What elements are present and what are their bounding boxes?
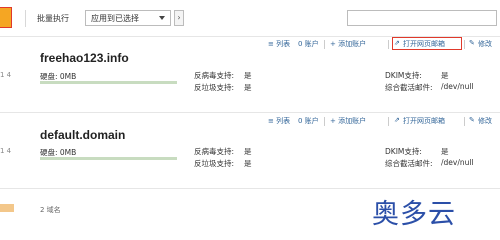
disk-usage-bar: [40, 81, 177, 84]
row-number: 1 4: [0, 147, 12, 155]
domain-name[interactable]: freehao123.info: [40, 51, 129, 65]
list-link[interactable]: ≡ 列表: [268, 39, 290, 49]
antivirus-label: 反病毒支持:: [194, 147, 235, 156]
batch-label: 批量执行: [37, 14, 69, 23]
antivirus-value: 是: [244, 147, 252, 156]
accounts-count: 0 账户: [298, 40, 319, 48]
edit-icon: ✎: [469, 116, 475, 124]
open-webmail-link[interactable]: 打开网页邮箱: [403, 116, 445, 126]
batch-go-button[interactable]: ›: [174, 10, 184, 26]
edit-icon: ✎: [469, 39, 475, 47]
add-account-link[interactable]: + 添加账户: [330, 116, 366, 126]
domain-count: 2 域名: [40, 206, 61, 214]
antispam-value: 是: [244, 83, 252, 92]
external-link-icon: ⇗: [394, 116, 400, 124]
catchall-label: 综合截活邮件:: [385, 159, 433, 168]
primary-action-button[interactable]: [0, 7, 12, 28]
edit-link[interactable]: 修改: [478, 116, 492, 126]
antispam-label: 反垃圾支持:: [194, 83, 235, 92]
accounts-count: 0 账户: [298, 117, 319, 125]
domain-actions: ≡ 列表 0 账户 + 添加账户 ⇗ 打开网页邮箱 ✎ 修改: [268, 116, 500, 128]
antispam-label: 反垃圾支持:: [194, 159, 235, 168]
webmail-highlight: [392, 37, 462, 50]
dkim-value: 是: [441, 147, 449, 156]
dkim-value: 是: [441, 71, 449, 80]
dkim-label: DKIM支持:: [385, 71, 422, 80]
antivirus-value: 是: [244, 71, 252, 80]
add-account-link[interactable]: + 添加账户: [330, 39, 366, 49]
antispam-value: 是: [244, 159, 252, 168]
antivirus-label: 反病毒支持:: [194, 71, 235, 80]
batch-action-select[interactable]: 应用到已选择: [85, 10, 171, 26]
disk-usage-bar: [40, 157, 177, 160]
catchall-value: /dev/null: [441, 158, 474, 167]
dkim-label: DKIM支持:: [385, 147, 422, 156]
catchall-label: 综合截活邮件:: [385, 83, 433, 92]
catchall-value: /dev/null: [441, 82, 474, 91]
row-number: 1 4: [0, 71, 12, 79]
select-arrow-icon: [159, 16, 165, 20]
watermark-logo: 奥多云: [372, 199, 456, 230]
divider: [0, 112, 500, 113]
search-input[interactable]: [347, 10, 497, 26]
edit-link[interactable]: 修改: [478, 39, 492, 49]
footer-indicator: [0, 204, 14, 212]
divider: [0, 188, 500, 189]
domain-name[interactable]: default.domain: [40, 128, 125, 142]
batch-select-value: 应用到已选择: [91, 14, 139, 23]
toolbar-divider: [25, 10, 26, 27]
list-link[interactable]: ≡ 列表: [268, 116, 290, 126]
domain-actions: ≡ 列表 0 账户 + 添加账户 ⇗ 打开网页邮箱 ✎ 修改: [268, 39, 500, 51]
